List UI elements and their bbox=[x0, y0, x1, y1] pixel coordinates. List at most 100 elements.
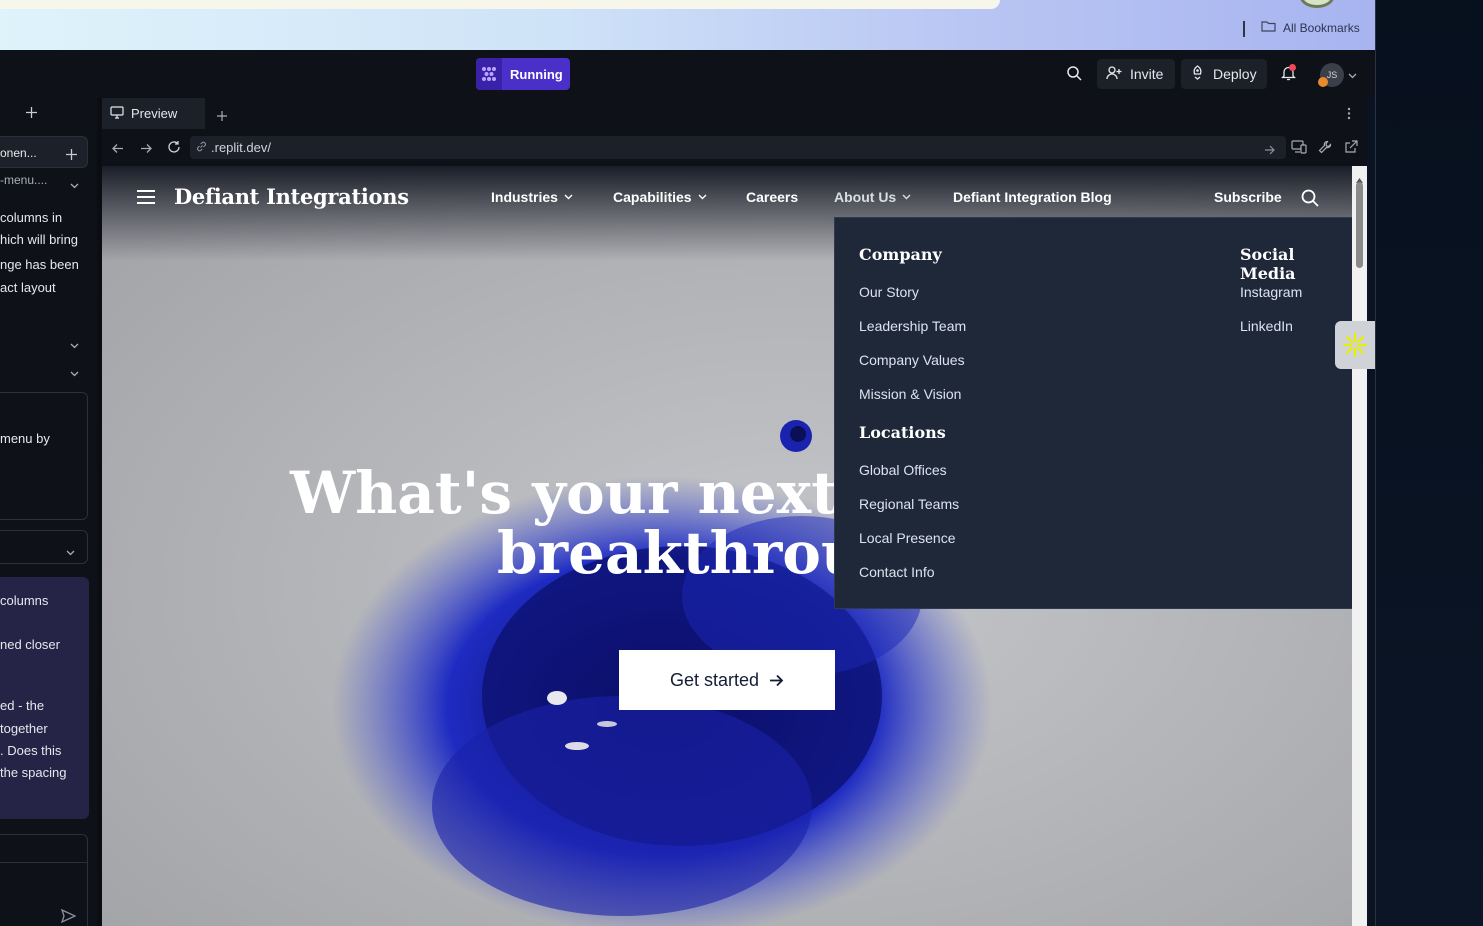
search-icon bbox=[1066, 65, 1082, 84]
kebab-menu-icon bbox=[1347, 107, 1351, 120]
nav-subscribe-label: Subscribe bbox=[1214, 189, 1282, 205]
hamburger-icon bbox=[137, 190, 155, 204]
chevron-down-icon bbox=[70, 183, 79, 189]
forward-button[interactable] bbox=[140, 141, 152, 159]
chevron-down-icon bbox=[66, 550, 75, 556]
chevron-down-icon bbox=[70, 343, 79, 349]
get-started-label: Get started bbox=[669, 669, 760, 690]
chevron-down-icon bbox=[1348, 66, 1357, 82]
hamburger-menu-button[interactable] bbox=[137, 190, 155, 209]
plus-icon bbox=[66, 149, 77, 160]
invite-button[interactable]: Invite bbox=[1097, 59, 1175, 89]
search-button[interactable] bbox=[1066, 59, 1082, 89]
all-bookmarks-button[interactable]: All Bookmarks bbox=[1261, 20, 1360, 35]
nav-capabilities-label: Capabilities bbox=[613, 189, 692, 205]
devtools-button[interactable] bbox=[1318, 140, 1332, 159]
nav-careers[interactable]: Careers bbox=[746, 189, 798, 205]
dropdown-heading-locations: Locations bbox=[859, 423, 946, 442]
dropdown-link-regional-teams[interactable]: Regional Teams bbox=[859, 496, 959, 512]
site-logo[interactable]: Defiant Integrations bbox=[174, 184, 409, 209]
add-file-button[interactable] bbox=[66, 148, 77, 163]
chat-text-line: together bbox=[0, 721, 48, 736]
assistant-launcher-button[interactable] bbox=[1335, 321, 1375, 369]
scrollbar-thumb[interactable] bbox=[1356, 182, 1363, 268]
arrow-right-icon bbox=[770, 674, 784, 686]
replit-header: Running Invite Deploy JS bbox=[0, 50, 1375, 98]
chat-text-line: columns in bbox=[0, 210, 63, 225]
browser-toolbar: All Bookmarks bbox=[0, 0, 1375, 50]
dropdown-link-our-story[interactable]: Our Story bbox=[859, 284, 919, 300]
chevron-down-icon bbox=[902, 194, 911, 200]
external-link-icon bbox=[1345, 140, 1358, 153]
tab-preview[interactable]: Preview bbox=[102, 98, 205, 129]
new-tab-button[interactable] bbox=[26, 106, 37, 121]
input-divider bbox=[0, 862, 88, 863]
dropdown-link-instagram[interactable]: Instagram bbox=[1240, 284, 1302, 300]
preview-scrollbar[interactable] bbox=[1352, 166, 1367, 926]
nav-blog[interactable]: Defiant Integration Blog bbox=[953, 189, 1112, 205]
deploy-button[interactable]: Deploy bbox=[1181, 59, 1267, 89]
search-icon bbox=[1301, 189, 1319, 207]
get-started-button[interactable]: Get started bbox=[619, 650, 835, 710]
browser-address-bar[interactable] bbox=[0, 0, 1000, 9]
hero-heading-line-2: breakthrou bbox=[497, 519, 864, 587]
preview-url-input[interactable]: .replit.dev/ bbox=[190, 136, 1286, 159]
expand-toggle[interactable] bbox=[70, 365, 79, 380]
dropdown-link-company-values[interactable]: Company Values bbox=[859, 352, 965, 368]
expand-toggle[interactable] bbox=[70, 177, 79, 192]
dropdown-link-global-offices[interactable]: Global Offices bbox=[859, 462, 947, 478]
arrow-left-icon bbox=[112, 144, 123, 153]
profile-icon[interactable] bbox=[1300, 0, 1334, 8]
run-button[interactable]: Running bbox=[476, 58, 570, 90]
invite-label: Invite bbox=[1130, 66, 1164, 82]
preview-tab-bar: Preview bbox=[102, 98, 1367, 129]
monitor-icon bbox=[110, 105, 124, 122]
account-menu-button[interactable] bbox=[1348, 59, 1357, 89]
nav-careers-label: Careers bbox=[746, 189, 799, 205]
agent-chat-panel: onen... -menu.... columns in hich will b… bbox=[0, 98, 97, 926]
new-tab-button[interactable] bbox=[217, 108, 227, 126]
expand-toggle[interactable] bbox=[70, 337, 79, 352]
dropdown-link-leadership-team[interactable]: Leadership Team bbox=[859, 318, 966, 334]
dropdown-link-linkedin[interactable]: LinkedIn bbox=[1240, 318, 1293, 334]
more-options-button[interactable] bbox=[1347, 107, 1351, 125]
about-us-dropdown-menu: Company Our Story Leadership Team Compan… bbox=[834, 217, 1352, 609]
expand-toggle[interactable] bbox=[66, 544, 75, 559]
deploy-label: Deploy bbox=[1213, 66, 1257, 82]
site-search-button[interactable] bbox=[1301, 189, 1319, 212]
chat-text-line: act layout bbox=[0, 280, 56, 295]
dropdown-link-mission-vision[interactable]: Mission & Vision bbox=[859, 386, 961, 402]
run-button-label: Running bbox=[510, 66, 563, 82]
avatar-status-badge bbox=[1318, 77, 1328, 87]
chat-text-line: menu by bbox=[0, 431, 50, 446]
plus-icon bbox=[217, 111, 227, 121]
dropdown-heading-company: Company bbox=[859, 245, 942, 264]
nav-industries-label: Industries bbox=[491, 189, 558, 205]
notification-dot bbox=[1289, 64, 1296, 71]
dropdown-link-local-presence[interactable]: Local Presence bbox=[859, 530, 956, 546]
desktop-background bbox=[1375, 0, 1483, 926]
dropdown-link-contact-info[interactable]: Contact Info bbox=[859, 564, 935, 580]
open-new-window-button[interactable] bbox=[1344, 140, 1358, 159]
all-bookmarks-label: All Bookmarks bbox=[1283, 20, 1360, 35]
back-button[interactable] bbox=[112, 141, 124, 159]
nav-capabilities[interactable]: Capabilities bbox=[613, 189, 707, 205]
collapsed-item-label: -menu.... bbox=[0, 173, 48, 187]
device-toggle-button[interactable] bbox=[1291, 140, 1307, 159]
reload-button[interactable] bbox=[167, 140, 181, 159]
wrench-icon bbox=[1318, 140, 1332, 154]
chevron-down-icon bbox=[70, 371, 79, 377]
go-button[interactable] bbox=[1264, 142, 1275, 160]
nav-industries[interactable]: Industries bbox=[491, 189, 573, 205]
website-preview: Defiant Integrations Industries Capabili… bbox=[102, 166, 1352, 926]
chat-text-line: . Does this bbox=[0, 743, 62, 758]
arrow-right-icon bbox=[141, 144, 152, 153]
replit-logo-icon bbox=[476, 58, 502, 90]
send-button[interactable] bbox=[60, 908, 77, 926]
url-text: .replit.dev/ bbox=[211, 140, 271, 155]
message-card bbox=[0, 392, 88, 520]
tab-preview-label: Preview bbox=[131, 106, 178, 121]
nav-subscribe[interactable]: Subscribe bbox=[1214, 189, 1282, 205]
nav-about-us[interactable]: About Us bbox=[834, 189, 911, 205]
add-user-icon bbox=[1106, 65, 1122, 83]
